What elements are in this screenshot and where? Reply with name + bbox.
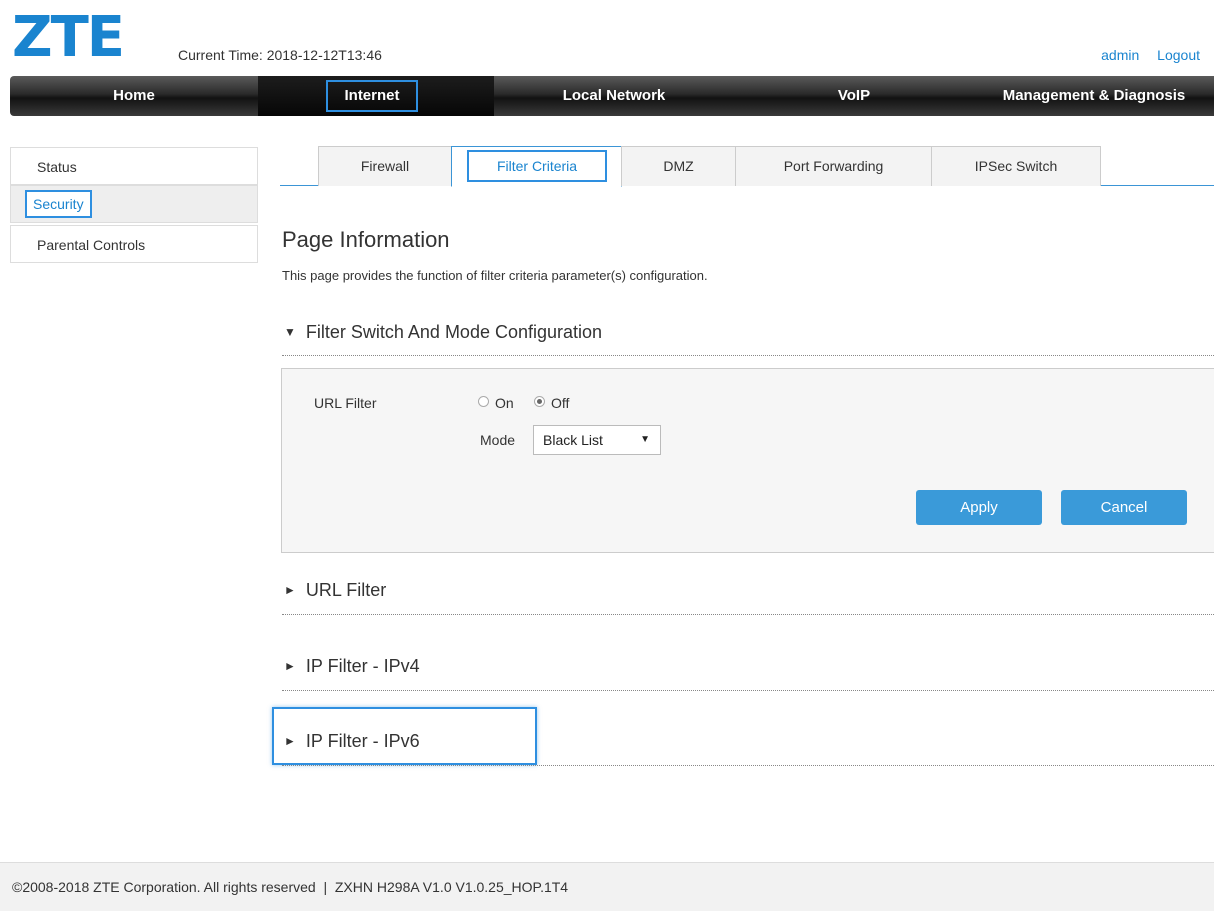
dropdown-arrow-icon: ▼ [640,434,650,445]
section-ip-filter-ipv4-title: IP Filter - IPv4 [305,656,420,676]
section-ip-filter-ipv6-header[interactable]: ► IP Filter - IPv6 [284,731,420,752]
nav-local-network[interactable]: Local Network [494,76,734,116]
tab-port-forwarding[interactable]: Port Forwarding [735,146,932,186]
nav-internet-label: Internet [326,80,418,112]
radio-off-label: Off [551,395,570,411]
section-filter-switch-title: Filter Switch And Mode Configuration [305,322,603,342]
nav-voip[interactable]: VoIP [734,76,974,116]
radio-off[interactable] [534,396,545,407]
tab-dmz[interactable]: DMZ [621,146,736,186]
cancel-button[interactable]: Cancel [1061,490,1187,525]
user-links: admin Logout [1087,47,1200,63]
section-filter-switch-header[interactable]: ▼ Filter Switch And Mode Configuration [284,322,602,343]
page-description: This page provides the function of filte… [282,268,708,283]
section-ip-filter-ipv4-header[interactable]: ► IP Filter - IPv4 [284,656,420,677]
current-time: Current Time: 2018-12-12T13:46 [178,47,382,63]
radio-on-label: On [495,395,514,411]
footer: ©2008-2018 ZTE Corporation. All rights r… [0,862,1214,911]
nav-home[interactable]: Home [10,76,258,116]
triangle-right-icon: ► [284,659,296,673]
admin-link[interactable]: admin [1101,47,1139,63]
left-menu-security-label: Security [25,190,92,218]
section-divider [282,765,1214,766]
apply-button[interactable]: Apply [916,490,1042,525]
filter-config-panel [281,368,1214,553]
left-menu-status[interactable]: Status [10,147,258,185]
section-divider [282,614,1214,615]
triangle-right-icon: ► [284,583,296,597]
tab-firewall[interactable]: Firewall [318,146,452,186]
section-divider [282,690,1214,691]
left-menu-parental-controls[interactable]: Parental Controls [10,225,258,263]
main-nav: Home Internet Local Network VoIP Managem… [10,76,1214,116]
triangle-right-icon: ► [284,734,296,748]
triangle-down-icon: ▼ [284,325,296,339]
nav-management-diagnosis[interactable]: Management & Diagnosis [974,76,1214,116]
url-filter-label: URL Filter [314,395,377,411]
tab-filter-criteria[interactable]: Filter Criteria [451,146,622,187]
mode-label: Mode [480,432,516,448]
mode-select-value: Black List [543,432,603,448]
logout-link[interactable]: Logout [1157,47,1200,63]
nav-internet[interactable]: Internet [258,76,494,116]
tab-filter-criteria-label: Filter Criteria [467,150,607,182]
mode-select[interactable]: Black List ▼ [533,425,661,455]
radio-on[interactable] [478,396,489,407]
section-ip-filter-ipv6-title: IP Filter - IPv6 [305,731,420,751]
left-menu-security[interactable]: Security [10,185,258,223]
section-divider [282,355,1214,356]
page-title: Page Information [282,227,450,252]
tab-ipsec-switch[interactable]: IPSec Switch [931,146,1101,186]
section-url-filter-title: URL Filter [305,580,387,600]
zte-logo: ZTE [12,5,125,70]
section-url-filter-header[interactable]: ► URL Filter [284,580,386,601]
